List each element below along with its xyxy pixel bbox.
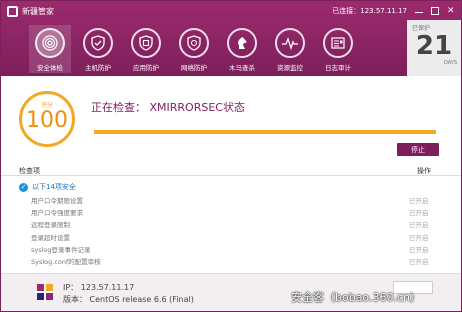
list-item-status: 已开启 (409, 197, 429, 205)
list-item-status: 已开启 (409, 245, 429, 254)
pulse-icon (275, 28, 305, 58)
nav-label: 应用防护 (133, 64, 159, 72)
shield-check-icon (131, 28, 161, 58)
list-item-name: 用户口令强度要求 (31, 209, 83, 218)
group-safe-items[interactable]: ✓ 以下14项安全 (19, 182, 76, 192)
header-bar: 新疆管家 已连接：123.57.11.17 ✕ 安全体检 主机防护 应用防护 网… (1, 1, 461, 76)
list-item: Syslog.conf的配置审核 已开启 (31, 256, 431, 268)
fingerprint-icon (35, 28, 65, 58)
maximize-icon[interactable] (431, 7, 439, 15)
centos-logo-icon (34, 281, 56, 303)
scan-panel: 评分 100 正在检查： XMIRRORSEC状态 停止 (1, 77, 461, 159)
nav-label: 日志审计 (325, 64, 351, 72)
nav-log-audit[interactable]: 日志审计 (317, 25, 359, 73)
shield-network-icon (179, 28, 209, 58)
nav-host-protection[interactable]: 主机防护 (77, 25, 119, 73)
protected-days-value: 21 (415, 31, 453, 61)
nav-resource-monitor[interactable]: 资源监控 (269, 25, 311, 73)
list-item-status: 已开启 (409, 221, 429, 230)
stop-button[interactable]: 停止 (397, 143, 439, 156)
list-item: 用户口令强度要求 已开启 (31, 207, 431, 219)
log-icon (323, 28, 353, 58)
nav-label: 主机防护 (85, 64, 111, 72)
list-item-name: 远程登录限制 (31, 221, 70, 230)
list-item-name: 用户口令期限设置 (31, 197, 83, 205)
check-list: 用户口令期限设置 已开启 用户口令强度要求 已开启 远程登录限制 已开启 登录超… (31, 195, 431, 268)
server-ip: IP： 123.57.11.17 (63, 283, 135, 292)
list-item: syslog登录事件记录 已开启 (31, 244, 431, 256)
scan-progress-fill (94, 130, 436, 134)
app-logo: 新疆管家 (7, 6, 54, 17)
horse-icon (227, 28, 257, 58)
connection-status: 已连接：123.57.11.17 (332, 7, 407, 15)
check-circle-icon: ✓ (19, 182, 28, 192)
os-version: 版本： CentOS release 6.6 (Final) (63, 295, 194, 304)
main-nav: 安全体检 主机防护 应用防护 网络防护 木马查杀 资源监控 日志审计 (29, 25, 359, 73)
nav-label: 资源监控 (277, 64, 303, 72)
nav-security-check[interactable]: 安全体检 (29, 25, 71, 73)
nav-label: 安全体检 (37, 64, 63, 72)
column-check-item: 检查项 (19, 167, 40, 175)
list-item: 远程登录限制 已开启 (31, 219, 431, 231)
list-item: 用户口令期限设置 已开启 (31, 195, 431, 207)
minimize-icon[interactable] (415, 7, 423, 15)
list-item-status: 已开启 (409, 209, 429, 218)
list-item-name: Syslog.conf的配置审核 (31, 257, 101, 266)
shield-icon (83, 28, 113, 58)
nav-app-protection[interactable]: 应用防护 (125, 25, 167, 73)
app-window: 新疆管家 已连接：123.57.11.17 ✕ 安全体检 主机防护 应用防护 网… (0, 0, 462, 312)
list-item-name: syslog登录事件记录 (31, 245, 91, 254)
watermark-text: 安全客（bobao.360.cn） (291, 291, 421, 304)
nav-label: 网络防护 (181, 64, 207, 72)
logo-icon (7, 6, 18, 17)
scan-status-text: 正在检查： XMIRRORSEC状态 (91, 101, 245, 114)
list-item-name: 登录超时设置 (31, 233, 70, 242)
close-icon[interactable]: ✕ (447, 7, 455, 16)
app-title: 新疆管家 (22, 7, 54, 16)
nav-label: 木马查杀 (229, 64, 255, 72)
score-value: 100 (26, 107, 68, 133)
header-right: 已连接：123.57.11.17 ✕ (332, 6, 455, 16)
group-label: 以下14项安全 (32, 183, 76, 191)
list-item-status: 已开启 (409, 233, 429, 242)
protected-days-card: 已保护 21 DAYS (407, 20, 461, 76)
nav-trojan-scan[interactable]: 木马查杀 (221, 25, 263, 73)
scan-progress-bar (94, 130, 436, 134)
list-item: 登录超时设置 已开启 (31, 232, 431, 244)
list-item-status: 已开启 (409, 257, 429, 266)
nav-network-protection[interactable]: 网络防护 (173, 25, 215, 73)
column-action: 操作 (417, 167, 431, 175)
list-header: 检查项 操作 (1, 164, 461, 176)
score-ring: 评分 100 (19, 91, 75, 147)
